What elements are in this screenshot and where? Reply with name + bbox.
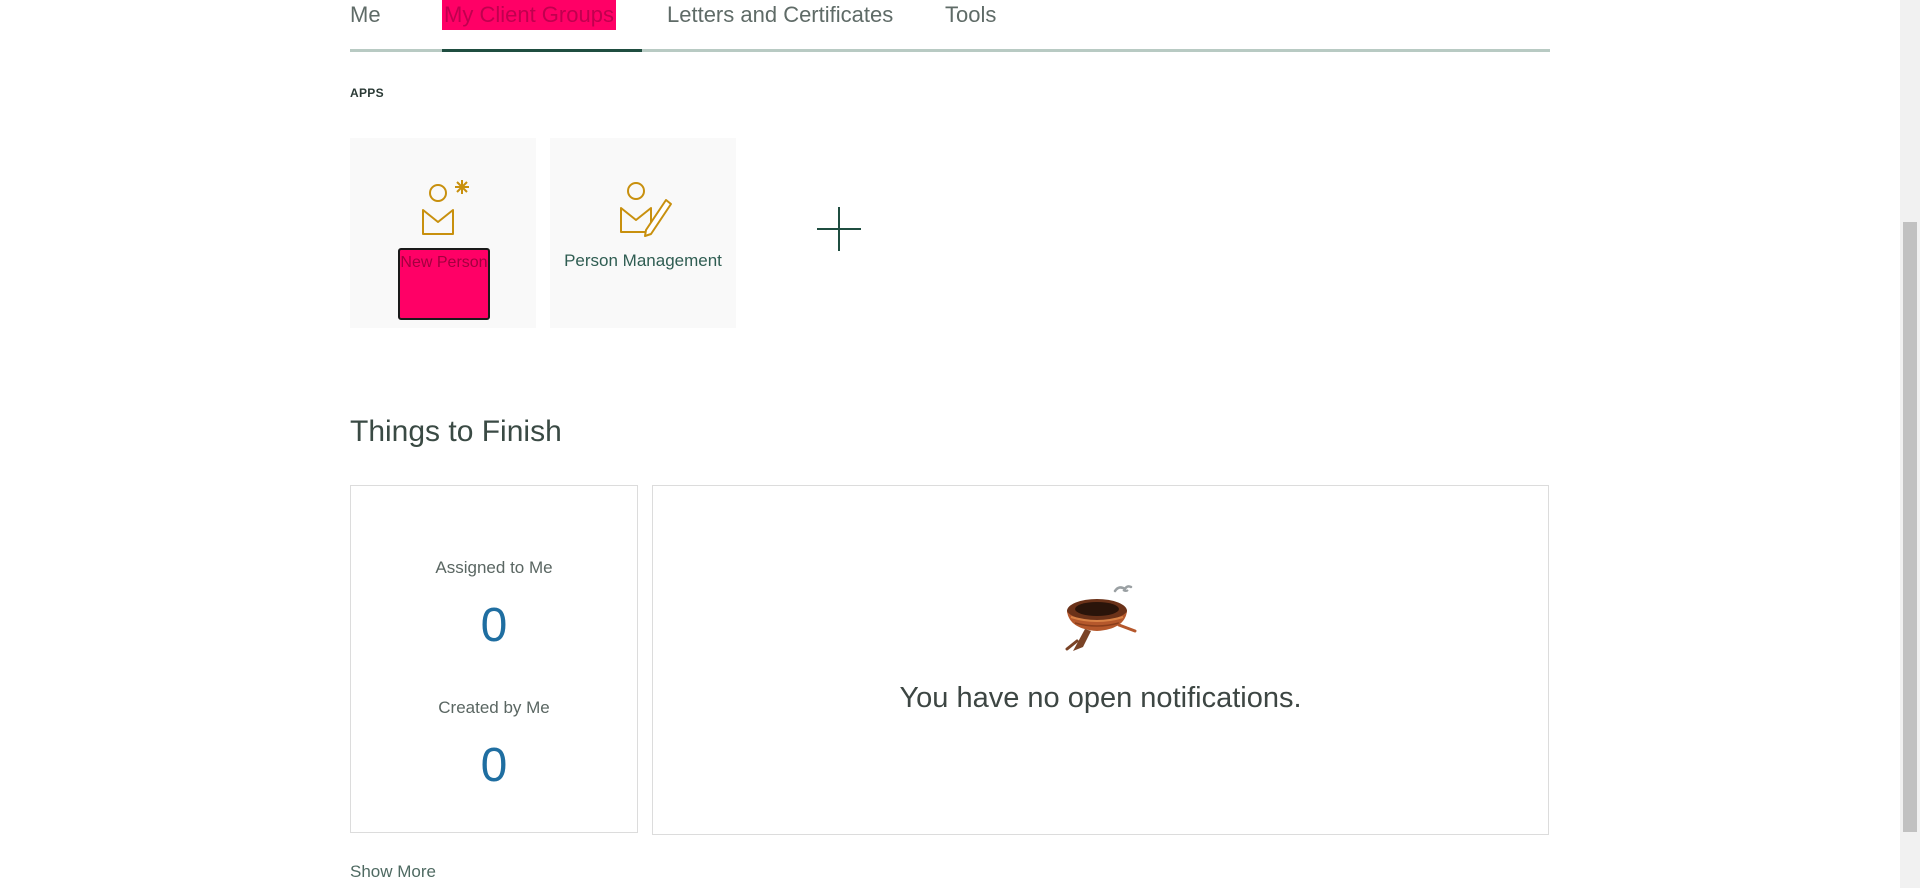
no-notifications-message: You have no open notifications. bbox=[899, 682, 1302, 714]
scrollbar-thumb[interactable] bbox=[1903, 222, 1917, 832]
person-management-label: Person Management bbox=[564, 251, 722, 270]
tab-me[interactable]: Me bbox=[350, 0, 381, 49]
new-person-icon bbox=[422, 180, 469, 235]
person-management-icon bbox=[620, 182, 672, 237]
vertical-scrollbar[interactable] bbox=[1900, 0, 1920, 888]
tab-tools[interactable]: Tools bbox=[945, 0, 996, 49]
created-by-me-label: Created by Me bbox=[438, 698, 550, 717]
notifications-card: You have no open notifications. bbox=[652, 485, 1549, 835]
apps-heading: APPS bbox=[350, 86, 384, 100]
tab-my-client-groups-label: My Client Groups bbox=[442, 0, 616, 30]
tab-tools-label: Tools bbox=[945, 2, 997, 27]
app-tile-new-person[interactable]: New Person bbox=[350, 138, 536, 328]
tab-my-client-groups[interactable]: My Client Groups bbox=[442, 0, 642, 52]
things-to-finish-title: Things to Finish bbox=[350, 415, 562, 448]
tab-letters-and-certificates[interactable]: Letters and Certificates bbox=[667, 0, 893, 49]
navigation-tabs: Me My Client Groups Letters and Certific… bbox=[350, 0, 1550, 52]
assigned-to-me-label: Assigned to Me bbox=[435, 558, 553, 577]
task-counts-card: Assigned to Me 0 Created by Me 0 bbox=[350, 485, 638, 833]
app-tile-person-management[interactable]: Person Management bbox=[550, 138, 736, 328]
page: Me My Client Groups Letters and Certific… bbox=[0, 0, 1920, 888]
tab-letters-label: Letters and Certificates bbox=[667, 2, 894, 27]
new-person-label: New Person bbox=[400, 254, 488, 271]
active-tab-indicator bbox=[442, 49, 642, 52]
tab-me-label: Me bbox=[350, 2, 381, 27]
created-by-me-count[interactable]: 0 bbox=[351, 738, 637, 793]
add-app-plus-icon[interactable] bbox=[815, 205, 863, 253]
new-person-label-box[interactable]: New Person bbox=[398, 248, 490, 320]
empty-nest-icon bbox=[1065, 585, 1137, 651]
show-more-link[interactable]: Show More bbox=[350, 862, 436, 882]
assigned-to-me-count[interactable]: 0 bbox=[351, 598, 637, 653]
